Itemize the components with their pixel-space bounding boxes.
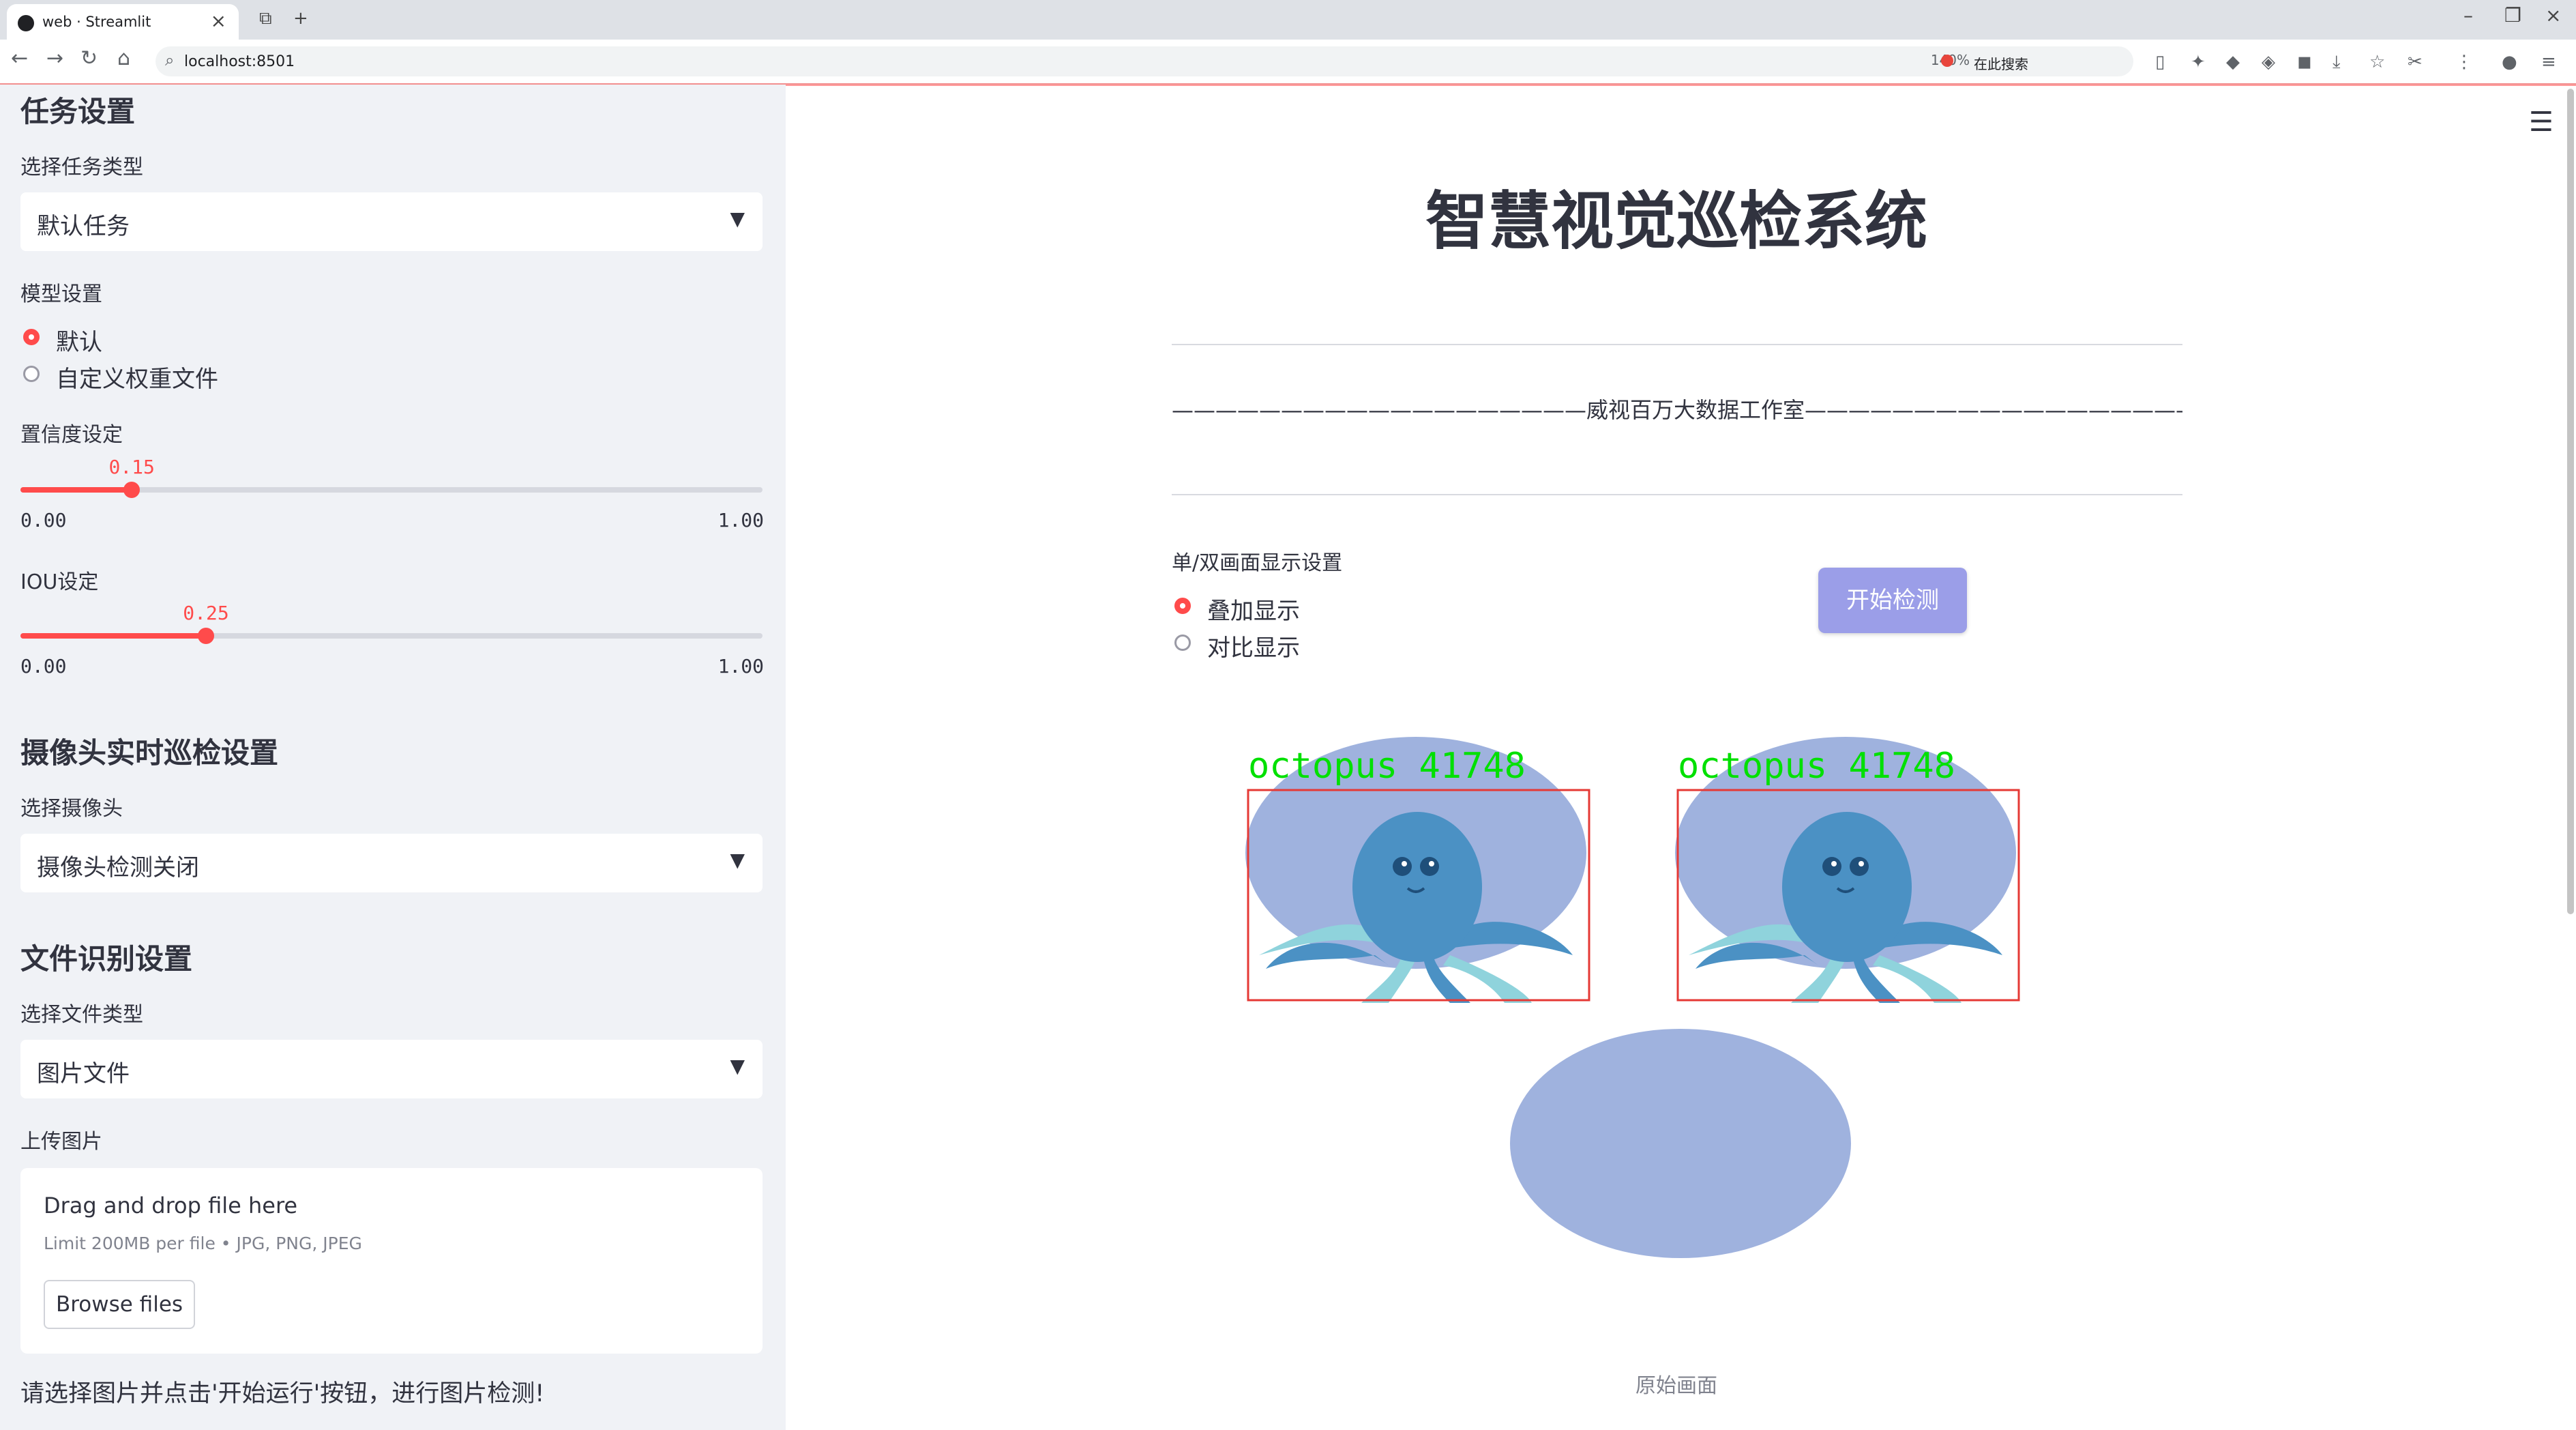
slider-thumb[interactable] <box>198 628 214 644</box>
main-scrollbar[interactable] <box>2567 89 2574 914</box>
start-detection-button[interactable]: 开始检测 <box>1818 568 1967 633</box>
task-type-value: 默认任务 <box>37 213 130 240</box>
browser-search-box[interactable]: 在此搜索 <box>1936 46 2140 76</box>
model-option-label: 自定义权重文件 <box>56 366 218 393</box>
streamlit-favicon-icon <box>18 15 34 31</box>
camera-select-label: 选择摄像头 <box>20 797 123 821</box>
radio-unselected-icon <box>1174 634 1191 651</box>
dropzone-limit: Limit 200MB per file • JPG, PNG, JPEG <box>44 1234 362 1253</box>
tab-groups-icon[interactable]: ⧉ <box>259 8 272 29</box>
original-frame-image <box>1510 1029 1851 1258</box>
slider-min: 0.00 <box>20 509 67 531</box>
model-settings-label: 模型设置 <box>20 282 102 306</box>
screenshot-icon[interactable]: ✂ <box>2408 52 2423 72</box>
detection-label: octopus 41748 <box>1248 746 1526 787</box>
camera-select-value: 摄像头检测关闭 <box>37 854 199 881</box>
camera-settings-heading: 摄像头实时巡检设置 <box>20 736 279 770</box>
file-type-value: 图片文件 <box>37 1060 130 1088</box>
url-text: localhost:8501 <box>184 53 295 70</box>
detection-label: octopus 41748 <box>1678 746 1955 787</box>
more-icon[interactable]: ⋮ <box>2455 52 2473 72</box>
confidence-value: 0.15 <box>108 456 155 478</box>
detection-result-image: octopus 41748 <box>1245 737 1590 1003</box>
extension-icon[interactable]: ◆ <box>2226 52 2240 72</box>
forward-icon[interactable]: → <box>46 46 63 70</box>
profile-avatar-icon[interactable]: ● <box>2502 52 2517 72</box>
file-type-label: 选择文件类型 <box>20 1003 143 1027</box>
radio-selected-icon <box>23 329 40 345</box>
dropzone-title: Drag and drop file here <box>44 1193 298 1219</box>
confidence-label: 置信度设定 <box>20 423 123 447</box>
task-settings-heading: 任务设置 <box>20 95 136 128</box>
extension-icon[interactable]: ◈ <box>2262 52 2275 72</box>
slider-max: 1.00 <box>717 655 764 677</box>
file-dropzone[interactable]: Drag and drop file here Limit 200MB per … <box>20 1168 763 1354</box>
model-option-label: 默认 <box>56 329 102 356</box>
slider-min: 0.00 <box>20 655 67 677</box>
divider-line <box>1172 344 2182 345</box>
radio-unselected-icon <box>23 366 40 382</box>
minimize-icon[interactable]: – <box>2463 4 2473 27</box>
hamburger-menu-icon[interactable]: ☰ <box>2529 106 2553 138</box>
radio-selected-icon <box>1174 598 1191 614</box>
restore-icon[interactable]: ❐ <box>2504 4 2521 27</box>
bookmark-star-icon[interactable]: ☆ <box>2369 52 2385 72</box>
camera-select[interactable]: 摄像头检测关闭 ▼ <box>20 834 763 892</box>
studio-divider-text: ———————————————————威视百万大数据工作室———————————… <box>1172 397 2182 423</box>
window-close-icon[interactable]: × <box>2545 4 2561 27</box>
slider-fill <box>20 487 132 493</box>
sidebar-hint-text: 请选择图片并点击'开始运行'按钮，进行图片检测! <box>20 1380 545 1407</box>
detection-result-image: octopus 41748 <box>1675 737 2020 1003</box>
slider-max: 1.00 <box>717 509 764 531</box>
iou-label: IOU设定 <box>20 570 99 594</box>
sidebar: 任务设置 选择任务类型 默认任务 ▼ 模型设置 默认 自定义权重文件 置信度设定… <box>0 85 786 1430</box>
back-icon[interactable]: ← <box>11 46 28 70</box>
chevron-down-icon: ▼ <box>730 1055 745 1077</box>
divider-line <box>1172 494 2182 495</box>
browser-tab-strip: web · Streamlit × ⧉ + – ❐ × <box>0 0 2576 40</box>
file-type-select[interactable]: 图片文件 ▼ <box>20 1040 763 1098</box>
browser-tab[interactable]: web · Streamlit × <box>7 4 239 40</box>
address-bar-row: ← → ↻ ⌂ ⌕ localhost:8501 140% 在此搜索 ▯ ✦ ◆… <box>0 40 2576 85</box>
new-tab-icon[interactable]: + <box>293 8 308 29</box>
site-info-icon[interactable]: ⌕ <box>165 50 174 70</box>
iou-slider[interactable]: 0.25 0.00 1.00 <box>20 602 764 677</box>
page-title: 智慧视觉巡检系统 <box>1425 185 1927 258</box>
url-field[interactable]: ⌕ localhost:8501 140% <box>156 46 2133 76</box>
extension-icon[interactable]: ✦ <box>2191 52 2206 72</box>
upload-label: 上传图片 <box>20 1130 102 1154</box>
iou-value: 0.25 <box>183 602 229 624</box>
search-engine-icon <box>1941 55 1953 67</box>
display-option-label: 叠加显示 <box>1207 598 1300 625</box>
tab-title: web · Streamlit <box>42 14 151 30</box>
close-tab-icon[interactable]: × <box>211 10 226 32</box>
reload-icon[interactable]: ↻ <box>80 46 98 70</box>
task-type-label: 选择任务类型 <box>20 156 143 179</box>
chevron-down-icon: ▼ <box>730 849 745 871</box>
display-mode-label: 单/双画面显示设置 <box>1172 551 1343 575</box>
ellipse-shape <box>1510 1029 1851 1258</box>
slider-fill <box>20 633 206 639</box>
reading-mode-icon[interactable]: ▯ <box>2155 52 2165 72</box>
file-settings-heading: 文件识别设置 <box>20 942 193 976</box>
home-icon[interactable]: ⌂ <box>117 46 130 70</box>
task-type-select[interactable]: 默认任务 ▼ <box>20 192 763 251</box>
browse-files-button[interactable]: Browse files <box>44 1280 195 1329</box>
download-icon[interactable]: ⤓ <box>2333 52 2341 73</box>
extension-icon[interactable]: ◼ <box>2297 52 2312 72</box>
chevron-down-icon: ▼ <box>730 207 745 230</box>
image-caption: 原始画面 <box>1635 1374 1717 1398</box>
display-option-label: 对比显示 <box>1207 634 1300 662</box>
browser-menu-icon[interactable]: ≡ <box>2541 52 2556 72</box>
search-placeholder: 在此搜索 <box>1974 56 2028 72</box>
confidence-slider[interactable]: 0.15 0.00 1.00 <box>20 456 764 531</box>
slider-thumb[interactable] <box>123 482 140 498</box>
